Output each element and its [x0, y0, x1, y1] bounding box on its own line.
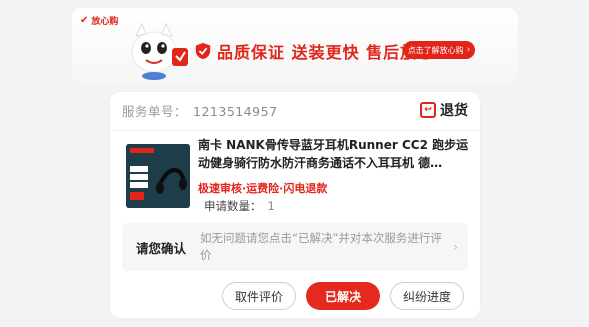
- apply-quantity: 申请数量： 1: [204, 198, 275, 214]
- dispute-progress-button[interactable]: 纠纷进度: [390, 282, 464, 310]
- divider: [110, 130, 480, 131]
- resolved-button[interactable]: 已解决: [306, 282, 380, 310]
- service-number-value: 1213514957: [193, 103, 278, 119]
- service-number: 服务单号： 1213514957: [122, 101, 278, 120]
- banner-slogan-text: 品质保证 送装更快 售后放心: [217, 43, 435, 62]
- check-icon: ✔: [80, 15, 89, 26]
- chevron-right-icon: ›: [466, 45, 471, 55]
- confirm-text: 如无问题请您点击“已解决”并对本次服务进行评价: [200, 231, 442, 262]
- banner-tag: ✔ 放心购: [80, 14, 118, 27]
- confirm-box[interactable]: 请您确认 如无问题请您点击“已解决”并对本次服务进行评价 ›: [122, 223, 468, 271]
- learn-more-label: 点击了解放心购: [407, 45, 464, 55]
- product-title[interactable]: 南卡 NANK骨传导蓝牙耳机Runner CC2 跑步运动健身骑行防水防汗商务通…: [198, 136, 473, 172]
- chevron-right-icon: ›: [453, 240, 458, 254]
- product-image[interactable]: [126, 144, 190, 208]
- confirm-label: 请您确认: [135, 240, 186, 256]
- service-tags: 极速审核·运费险·闪电退款: [198, 182, 328, 195]
- banner-slogan: 品质保证 送装更快 售后放心: [194, 39, 434, 63]
- service-header: 服务单号： 1213514957 ↩ 退货: [122, 100, 468, 120]
- earphone-icon: [126, 144, 190, 208]
- return-icon: ↩: [420, 102, 436, 118]
- shield-icon: [195, 42, 211, 60]
- promo-banner[interactable]: ✔ 放心购 品质保证 送装更快 售后放心 点击了解放心购 ›: [72, 8, 518, 82]
- status-badge: ↩ 退货: [420, 100, 468, 120]
- action-bar: 取件评价 已解决 纠纷进度: [222, 282, 464, 310]
- learn-more-button[interactable]: 点击了解放心购 ›: [403, 41, 475, 59]
- apply-quantity-value: 1: [267, 199, 275, 213]
- service-number-label: 服务单号：: [122, 103, 188, 119]
- mascot-icon: [131, 22, 188, 80]
- rate-pickup-button[interactable]: 取件评价: [222, 282, 296, 310]
- apply-quantity-label: 申请数量：: [204, 199, 262, 213]
- status-text: 退货: [440, 103, 468, 119]
- after-sale-card: 服务单号： 1213514957 ↩ 退货 南卡 NANK骨传导蓝牙耳机Runne…: [110, 92, 480, 318]
